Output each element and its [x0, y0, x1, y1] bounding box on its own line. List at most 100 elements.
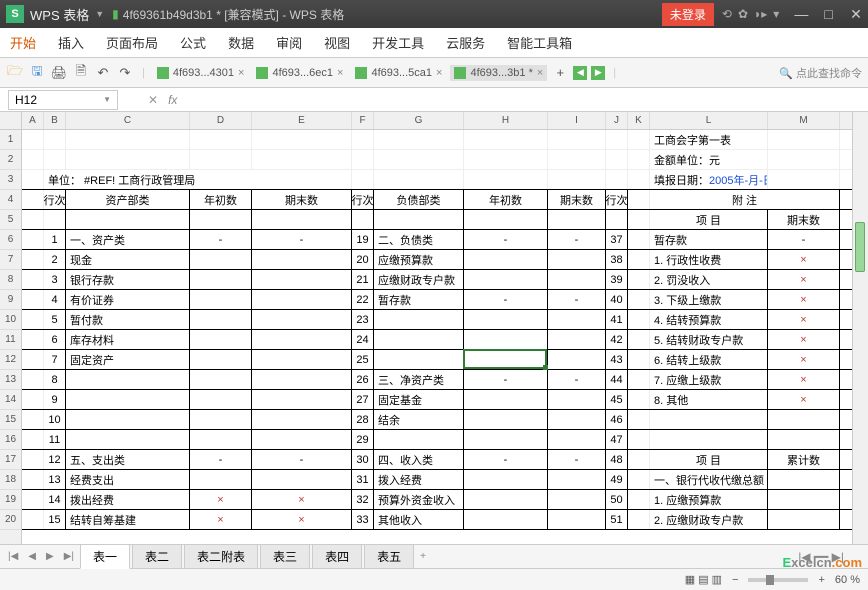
cell[interactable]: [548, 510, 606, 529]
sync-icon[interactable]: ⟲: [722, 7, 732, 21]
cell[interactable]: [352, 130, 374, 149]
cell[interactable]: 预算外资金收入: [374, 490, 464, 509]
cell[interactable]: [190, 430, 252, 449]
cell[interactable]: [190, 350, 252, 369]
cell[interactable]: -: [252, 230, 352, 249]
cell[interactable]: 填报日期：2005年-月-日: [650, 170, 768, 189]
cell[interactable]: 期末数: [768, 210, 840, 229]
cell[interactable]: ×: [768, 270, 840, 289]
cell[interactable]: [252, 350, 352, 369]
cell[interactable]: 27: [352, 390, 374, 409]
cell[interactable]: 24: [352, 330, 374, 349]
cell[interactable]: [190, 410, 252, 429]
cell[interactable]: [768, 130, 840, 149]
cell[interactable]: 12: [44, 450, 66, 469]
sheet-nav-first-icon[interactable]: |◀: [4, 551, 22, 562]
cell[interactable]: 3. 下级上缴款: [650, 290, 768, 309]
cell[interactable]: [606, 130, 628, 149]
cell[interactable]: [22, 490, 44, 509]
cell[interactable]: [464, 510, 548, 529]
cell[interactable]: [190, 370, 252, 389]
cell[interactable]: [548, 430, 606, 449]
menu-view[interactable]: 视图: [324, 33, 350, 52]
name-box[interactable]: H12 ▼: [8, 90, 118, 110]
cell[interactable]: [22, 270, 44, 289]
fx-icon[interactable]: fx: [168, 93, 177, 107]
cell[interactable]: 单位： #REF! 工商行政管理局: [44, 170, 352, 189]
cell[interactable]: [190, 330, 252, 349]
cell[interactable]: 其他收入: [374, 510, 464, 529]
cell[interactable]: [22, 410, 44, 429]
cell[interactable]: 14: [44, 490, 66, 509]
menu-review[interactable]: 审阅: [276, 33, 302, 52]
tab-nav-left-icon[interactable]: ◀: [573, 66, 587, 80]
cell[interactable]: [628, 470, 650, 489]
cell[interactable]: [374, 330, 464, 349]
cell[interactable]: -: [548, 230, 606, 249]
view-mode-icons[interactable]: ▦ ▤ ▥: [685, 573, 722, 586]
cell[interactable]: [352, 170, 374, 189]
column-header[interactable]: H: [464, 112, 548, 129]
cell[interactable]: [22, 230, 44, 249]
cell[interactable]: 11: [44, 430, 66, 449]
sheet-body[interactable]: 工商会字第一表金额单位：元单位： #REF! 工商行政管理局填报日期：2005年…: [22, 130, 852, 530]
cell[interactable]: ×: [252, 490, 352, 509]
cell[interactable]: 1: [44, 230, 66, 249]
column-header[interactable]: I: [548, 112, 606, 129]
cell[interactable]: [464, 350, 548, 369]
cell[interactable]: [252, 470, 352, 489]
column-header[interactable]: E: [252, 112, 352, 129]
cell[interactable]: [548, 210, 606, 229]
cell[interactable]: 29: [352, 430, 374, 449]
cell[interactable]: [252, 290, 352, 309]
cell[interactable]: [22, 430, 44, 449]
cell[interactable]: -: [548, 290, 606, 309]
cell[interactable]: 41: [606, 310, 628, 329]
cell[interactable]: 3: [44, 270, 66, 289]
cell[interactable]: [22, 130, 44, 149]
cell[interactable]: 期末数: [548, 190, 606, 209]
cell[interactable]: [22, 310, 44, 329]
cell[interactable]: [190, 470, 252, 489]
menu-start[interactable]: 开始: [10, 33, 36, 52]
row-header[interactable]: 15: [0, 410, 21, 430]
menu-smart-tools[interactable]: 智能工具箱: [507, 33, 572, 52]
sheet-tab-5[interactable]: 表五: [364, 544, 414, 569]
cell[interactable]: [66, 370, 190, 389]
cell[interactable]: [190, 210, 252, 229]
cell[interactable]: [252, 250, 352, 269]
cell[interactable]: 45: [606, 390, 628, 409]
cell[interactable]: [628, 430, 650, 449]
column-header[interactable]: G: [374, 112, 464, 129]
cell[interactable]: 8. 其他: [650, 390, 768, 409]
cell[interactable]: 6: [44, 330, 66, 349]
row-header[interactable]: 2: [0, 150, 21, 170]
cell[interactable]: 25: [352, 350, 374, 369]
cell[interactable]: 50: [606, 490, 628, 509]
row-header[interactable]: 1: [0, 130, 21, 150]
menu-insert[interactable]: 插入: [58, 33, 84, 52]
cell[interactable]: [628, 310, 650, 329]
cell[interactable]: [548, 390, 606, 409]
cell[interactable]: 6. 结转上级款: [650, 350, 768, 369]
cell[interactable]: 31: [352, 470, 374, 489]
cell[interactable]: [464, 330, 548, 349]
cell[interactable]: [628, 490, 650, 509]
column-header[interactable]: M: [768, 112, 840, 129]
cell[interactable]: 暂存款: [650, 230, 768, 249]
close-icon[interactable]: ✕: [844, 6, 868, 23]
cell[interactable]: [548, 130, 606, 149]
login-button[interactable]: 未登录: [662, 3, 714, 26]
undo-icon[interactable]: ↶: [94, 64, 112, 82]
cell[interactable]: 金额单位：元: [650, 150, 768, 169]
row-header[interactable]: 6: [0, 230, 21, 250]
cell[interactable]: 负债部类: [374, 190, 464, 209]
cell[interactable]: [768, 170, 840, 189]
new-tab-icon[interactable]: +: [551, 64, 569, 82]
row-header[interactable]: 8: [0, 270, 21, 290]
cell[interactable]: [768, 490, 840, 509]
column-header[interactable]: A: [22, 112, 44, 129]
cell[interactable]: -: [768, 230, 840, 249]
cell[interactable]: -: [464, 290, 548, 309]
zoom-slider[interactable]: [748, 578, 808, 582]
